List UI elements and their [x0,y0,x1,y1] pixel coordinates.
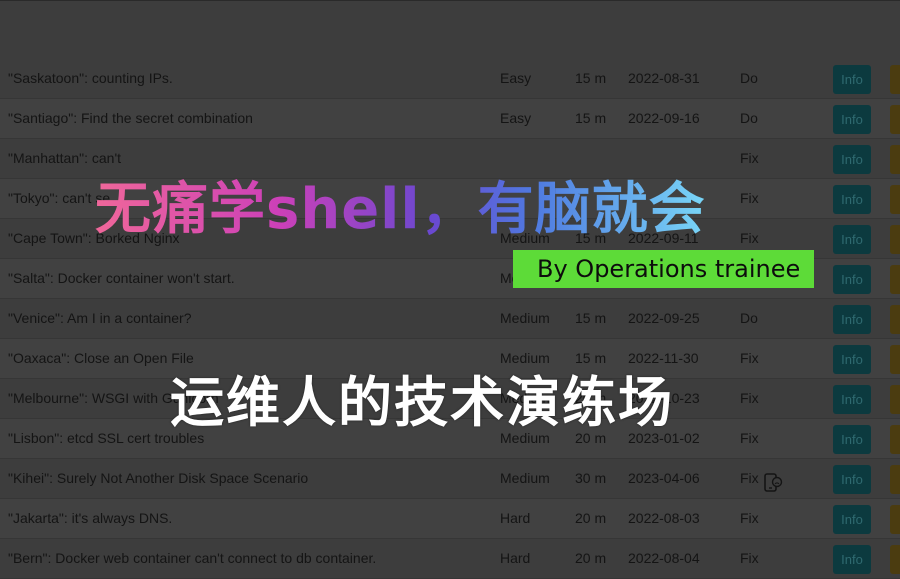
scenario-time: 15 m [575,70,607,86]
scenario-difficulty: Hard [500,550,531,566]
scenario-type: Fix [740,190,759,206]
info-button[interactable]: Info [833,225,871,254]
scenario-type-cell: Fix [740,459,783,498]
scenario-type: Fix [740,470,759,486]
table-row: "Santiago": Find the secret combination E… [0,99,900,139]
scenario-difficulty: Medium [500,470,550,486]
start-button[interactable] [890,425,900,454]
scenario-type-cell: Fix [740,339,759,378]
scenario-date: 2022-08-03 [628,510,700,526]
table-row: "Manhattan": can't Fix Info [0,139,900,179]
scenario-title: "Saskatoon": counting IPs. [8,70,173,86]
scenario-title: "Bern": Docker web container can't conne… [8,550,377,566]
scenario-type: Fix [740,390,759,406]
scenario-type: Fix [740,150,759,166]
scenario-type-cell: Fix [740,179,759,218]
scenario-date: 2023-04-06 [628,470,700,486]
start-button[interactable] [890,345,900,374]
start-button[interactable] [890,105,900,134]
scenario-difficulty: Easy [500,70,532,86]
scenario-type: Do [740,70,758,86]
scenario-time: 15 m [575,110,607,126]
start-button[interactable] [890,465,900,494]
scenario-type: Do [740,110,758,126]
mobile-unsupported-icon [763,469,783,493]
scenario-type: Fix [740,550,759,566]
scenario-difficulty: Easy [500,110,532,126]
info-button[interactable]: Info [833,465,871,494]
scenario-type: Fix [740,430,759,446]
scenario-date: 2022-08-31 [628,70,700,86]
scenario-date: 2022-09-16 [628,110,700,126]
info-button[interactable]: Info [833,145,871,174]
scenario-type: Fix [740,510,759,526]
scenario-table: "Saskatoon": counting IPs. Easy 15 m 2022-0… [0,59,900,579]
info-button[interactable]: Info [833,385,871,414]
scenario-type-cell: Fix [740,139,759,178]
info-button[interactable]: Info [833,545,871,574]
scenario-type: Do [740,310,758,326]
info-button[interactable]: Info [833,265,871,294]
scenario-date: 2022-08-04 [628,550,700,566]
scenario-time: 20 m [575,510,607,526]
table-row: "Bern": Docker web container can't conne… [0,539,900,579]
scenario-title: "Santiago": Find the secret combination [8,110,253,126]
start-button[interactable] [890,385,900,414]
start-button[interactable] [890,265,900,294]
scenario-title: "Venice": Am I in a container? [8,310,192,326]
scenario-type-cell: Fix [740,499,759,538]
info-button[interactable]: Info [833,185,871,214]
scenario-type-cell: Fix [740,539,759,578]
scenario-date: 2022-09-25 [628,310,700,326]
info-button[interactable]: Info [833,105,871,134]
scenario-title: "Oaxaca": Close an Open File [8,350,194,366]
scenario-title: "Manhattan": can't [8,150,122,166]
start-button[interactable] [890,185,900,214]
table-row: "Venice": Am I in a container? Medium 15 m… [0,299,900,339]
table-row: "Saskatoon": counting IPs. Easy 15 m 2022-0… [0,59,900,99]
info-button[interactable]: Info [833,425,871,454]
scenario-title: "Jakarta": it's always DNS. [8,510,173,526]
scenario-title: "Salta": Docker container won't start. [8,270,235,286]
scenario-type-cell: Do [740,299,758,338]
scenario-time: 20 m [575,550,607,566]
table-row: "Kihei": Surely Not Another Disk Space S… [0,459,900,499]
info-button[interactable]: Info [833,505,871,534]
table-row: "Jakarta": it's always DNS. Hard 20 m 2022-… [0,499,900,539]
overlay-badge: By Operations trainee [513,250,814,288]
scenario-difficulty: Hard [500,510,531,526]
scenario-difficulty: Medium [500,310,550,326]
start-button[interactable] [890,145,900,174]
scenario-type: Fix [740,230,759,246]
start-button[interactable] [890,545,900,574]
scenario-type-cell: Do [740,99,758,138]
scenario-title: "Kihei": Surely Not Another Disk Space S… [8,470,309,486]
info-button[interactable]: Info [833,65,871,94]
scenario-time: 30 m [575,470,607,486]
start-button[interactable] [890,65,900,94]
top-border [0,0,900,1]
scenario-type-cell: Fix [740,419,759,458]
start-button[interactable] [890,305,900,334]
info-button[interactable]: Info [833,305,871,334]
info-button[interactable]: Info [833,345,871,374]
scenario-type-cell: Fix [740,379,759,418]
scenario-type: Fix [740,350,759,366]
scenario-time: 15 m [575,310,607,326]
overlay-subtitle: 运维人的技术演练场 [170,371,674,434]
start-button[interactable] [890,505,900,534]
start-button[interactable] [890,225,900,254]
scenario-type-cell: Do [740,59,758,98]
overlay-title: 无痛学shell，有脑就会 [95,174,706,246]
